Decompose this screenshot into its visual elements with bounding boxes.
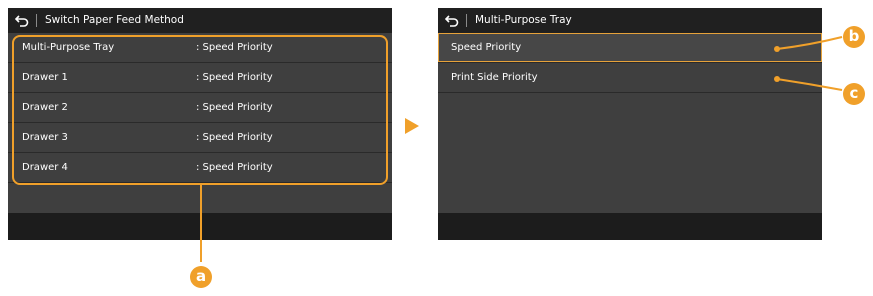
list-item-label: Multi-Purpose Tray (22, 42, 115, 53)
list-item-value: : Speed Priority (196, 132, 273, 143)
list-item-drawer-4[interactable]: Drawer 4 : Speed Priority (8, 153, 392, 183)
list-item-value: : Speed Priority (196, 162, 273, 173)
priority-option-list: Speed Priority Print Side Priority (438, 33, 822, 93)
callout-c-badge: c (843, 83, 865, 105)
option-print-side-priority[interactable]: Print Side Priority (438, 63, 822, 93)
back-arrow-icon (445, 14, 459, 27)
list-item-drawer-3[interactable]: Drawer 3 : Speed Priority (8, 123, 392, 153)
page-title: Multi-Purpose Tray (475, 14, 572, 26)
callout-a-badge: a (190, 266, 212, 288)
list-item-label: Drawer 3 (22, 132, 68, 143)
list-item-value: : Speed Priority (196, 72, 273, 83)
option-speed-priority[interactable]: Speed Priority (438, 33, 822, 63)
feed-source-list: Multi-Purpose Tray : Speed Priority Draw… (8, 33, 392, 183)
back-arrow-icon (15, 14, 29, 27)
title-bar: Switch Paper Feed Method (8, 8, 392, 33)
title-separator (36, 14, 37, 27)
figure: Switch Paper Feed Method Multi-Purpose T… (0, 0, 873, 296)
option-label: Print Side Priority (451, 72, 538, 83)
list-item-label: Drawer 1 (22, 72, 68, 83)
option-label: Speed Priority (451, 42, 522, 53)
footer-bar (8, 213, 392, 240)
list-item-drawer-2[interactable]: Drawer 2 : Speed Priority (8, 93, 392, 123)
list-item-label: Drawer 2 (22, 102, 68, 113)
screen-switch-paper-feed-method: Switch Paper Feed Method Multi-Purpose T… (8, 8, 392, 240)
callout-b-badge: b (843, 26, 865, 48)
screen-multi-purpose-tray: Multi-Purpose Tray Speed Priority Print … (438, 8, 822, 240)
list-item-value: : Speed Priority (196, 42, 273, 53)
list-item-multi-purpose-tray[interactable]: Multi-Purpose Tray : Speed Priority (8, 33, 392, 63)
right-arrow-icon (405, 118, 419, 134)
title-separator (466, 14, 467, 27)
list-item-value: : Speed Priority (196, 102, 273, 113)
back-button[interactable] (438, 8, 466, 33)
list-item-drawer-1[interactable]: Drawer 1 : Speed Priority (8, 63, 392, 93)
list-item-label: Drawer 4 (22, 162, 68, 173)
back-button[interactable] (8, 8, 36, 33)
title-bar: Multi-Purpose Tray (438, 8, 822, 33)
page-title: Switch Paper Feed Method (45, 14, 184, 26)
footer-bar (438, 213, 822, 240)
